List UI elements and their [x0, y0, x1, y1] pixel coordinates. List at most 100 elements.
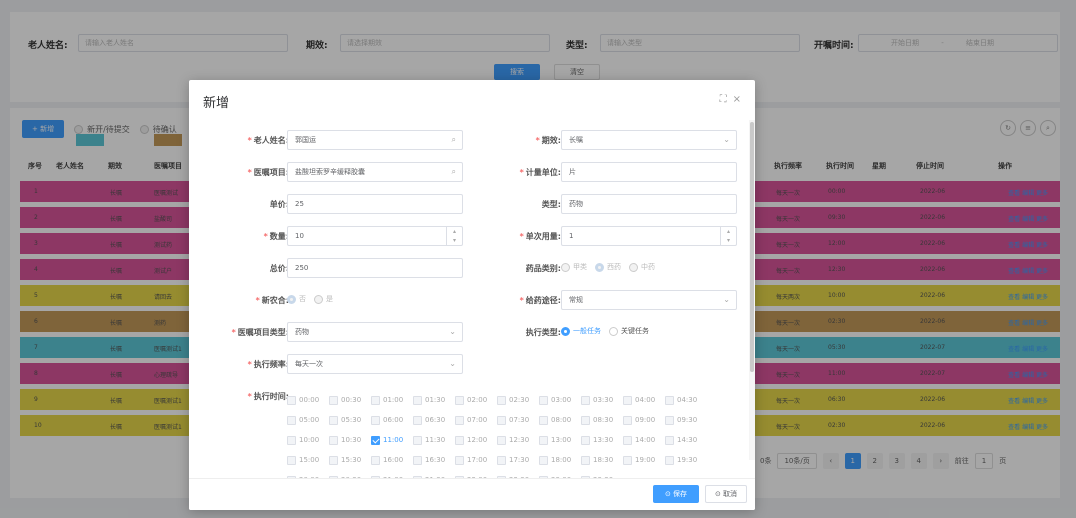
time-checkbox[interactable]: 20:00 [287, 470, 329, 478]
cancel-button[interactable]: ⊙ 取消 [705, 485, 747, 503]
time-checkbox[interactable]: 10:30 [329, 430, 371, 450]
dialog-scrollbar[interactable] [749, 120, 755, 460]
coop-option-no[interactable]: 否 [287, 294, 306, 304]
item-input[interactable]: 盐酸坦索罗辛缓释胶囊 ⌕ [287, 162, 463, 182]
time-label: 10:00 [299, 436, 320, 444]
elder-input[interactable]: 郭国运 ⌕ [287, 130, 463, 150]
time-row: 05:00 05:30 06:00 06:30 07:00 07:30 08:00 08:30… [287, 410, 707, 430]
item-type-select[interactable]: 药物 ⌄ [287, 322, 463, 342]
save-button[interactable]: ⊙ 保存 [653, 485, 699, 503]
checkbox-icon [497, 435, 506, 445]
time-row: 10:00 10:30 11:00 11:30 12:00 12:30 13:00 13:30… [287, 430, 707, 450]
time-checkbox[interactable]: 14:00 [623, 430, 665, 450]
time-checkbox[interactable]: 11:30 [413, 430, 455, 450]
time-checkbox[interactable]: 03:30 [581, 390, 623, 410]
time-checkbox[interactable]: 12:30 [497, 430, 539, 450]
checkbox-icon [581, 395, 590, 405]
checkbox-icon [371, 415, 380, 425]
price-input[interactable]: 25 [287, 194, 463, 214]
checkbox-icon [623, 435, 632, 445]
dose-input[interactable]: 1 ▴ ▾ [561, 226, 737, 246]
time-checkbox[interactable]: 15:00 [287, 450, 329, 470]
time-label: 06:30 [425, 416, 446, 424]
time-label: 07:30 [509, 416, 530, 424]
fullscreen-icon[interactable]: ⛶ [720, 94, 727, 105]
time-checkbox[interactable]: 00:30 [329, 390, 371, 410]
total-input[interactable]: 250 [287, 258, 463, 278]
time-checkbox[interactable]: 18:30 [581, 450, 623, 470]
time-checkbox[interactable]: 02:00 [455, 390, 497, 410]
time-checkbox[interactable]: 06:00 [371, 410, 413, 430]
time-checkbox-grid: 00:00 00:30 01:00 01:30 02:00 02:30 03:00 03:30… [287, 390, 707, 478]
time-checkbox[interactable]: 23:00 [539, 470, 581, 478]
checkbox-icon [665, 435, 674, 445]
search-icon[interactable]: ⌕ [452, 163, 456, 181]
time-checkbox[interactable]: 16:30 [413, 450, 455, 470]
time-checkbox[interactable]: 18:00 [539, 450, 581, 470]
exec-type-normal[interactable]: 一般任务 [561, 326, 601, 336]
freq-select[interactable]: 每天一次 ⌄ [287, 354, 463, 374]
time-checkbox[interactable]: 19:00 [623, 450, 665, 470]
time-checkbox[interactable]: 07:30 [497, 410, 539, 430]
time-checkbox[interactable]: 09:30 [665, 410, 707, 430]
checkbox-icon [287, 455, 296, 465]
type-input[interactable]: 药物 [561, 194, 737, 214]
checkbox-icon [329, 455, 338, 465]
time-checkbox[interactable]: 04:00 [623, 390, 665, 410]
time-checkbox[interactable]: 22:30 [497, 470, 539, 478]
time-checkbox[interactable]: 22:00 [455, 470, 497, 478]
item-type-value: 药物 [295, 328, 309, 336]
time-checkbox[interactable]: 14:30 [665, 430, 707, 450]
time-checkbox[interactable]: 02:30 [497, 390, 539, 410]
time-label: 03:30 [593, 396, 614, 404]
time-checkbox[interactable]: 17:00 [455, 450, 497, 470]
time-checkbox[interactable]: 08:30 [581, 410, 623, 430]
route-select[interactable]: 常规 ⌄ [561, 290, 737, 310]
drug-cat-option-2[interactable]: 西药 [595, 262, 621, 272]
time-checkbox[interactable]: 04:30 [665, 390, 707, 410]
close-icon[interactable]: × [733, 94, 741, 105]
time-checkbox[interactable]: 15:30 [329, 450, 371, 470]
stepper-arrows-icon[interactable]: ▴ ▾ [720, 227, 736, 245]
time-checkbox[interactable]: 20:30 [329, 470, 371, 478]
time-label: 01:00 [383, 396, 404, 404]
time-checkbox[interactable]: 10:00 [287, 430, 329, 450]
time-checkbox[interactable]: 05:30 [329, 410, 371, 430]
drug-cat-option-3[interactable]: 中药 [629, 262, 655, 272]
exec-type-key[interactable]: 关键任务 [609, 326, 649, 336]
time-checkbox[interactable]: 19:30 [665, 450, 707, 470]
time-checkbox[interactable]: 13:00 [539, 430, 581, 450]
time-checkbox[interactable]: 05:00 [287, 410, 329, 430]
time-checkbox[interactable]: 07:00 [455, 410, 497, 430]
time-checkbox[interactable]: 16:00 [371, 450, 413, 470]
time-checkbox[interactable]: 01:00 [371, 390, 413, 410]
time-label: 04:00 [635, 396, 656, 404]
time-checkbox[interactable]: 06:30 [413, 410, 455, 430]
period-select[interactable]: 长嘱 ⌄ [561, 130, 737, 150]
coop-option-yes[interactable]: 是 [314, 294, 333, 304]
checkbox-icon [455, 435, 464, 445]
drug-cat-option-1[interactable]: 甲类 [561, 262, 587, 272]
search-icon[interactable]: ⌕ [452, 131, 456, 149]
time-checkbox[interactable]: 21:00 [371, 470, 413, 478]
time-checkbox[interactable]: 21:30 [413, 470, 455, 478]
elder-label: * 老人姓名: [247, 136, 289, 145]
checkbox-icon [413, 455, 422, 465]
time-checkbox[interactable]: 12:00 [455, 430, 497, 450]
time-checkbox[interactable]: 03:00 [539, 390, 581, 410]
time-checkbox[interactable]: 00:00 [287, 390, 329, 410]
time-checkbox[interactable]: 11:00 [371, 430, 413, 450]
time-checkbox[interactable]: 01:30 [413, 390, 455, 410]
scrollbar-thumb[interactable] [750, 122, 754, 372]
time-label: 12:00 [467, 436, 488, 444]
time-checkbox[interactable]: 23:30 [581, 470, 623, 478]
time-checkbox[interactable]: 08:00 [539, 410, 581, 430]
time-label: 15:30 [341, 456, 362, 464]
time-checkbox[interactable]: 09:00 [623, 410, 665, 430]
time-checkbox[interactable]: 13:30 [581, 430, 623, 450]
unit-input[interactable]: 片 [561, 162, 737, 182]
checkbox-icon [287, 395, 296, 405]
add-dialog: 新增 ⛶ × * 老人姓名: 郭国运 ⌕ * 期效: 长嘱 ⌄ * 医嘱项目: 盐酸坦… [189, 80, 755, 510]
time-checkbox[interactable]: 17:30 [497, 450, 539, 470]
qty-input[interactable]: 10 ▴ ▾ [287, 226, 463, 246]
